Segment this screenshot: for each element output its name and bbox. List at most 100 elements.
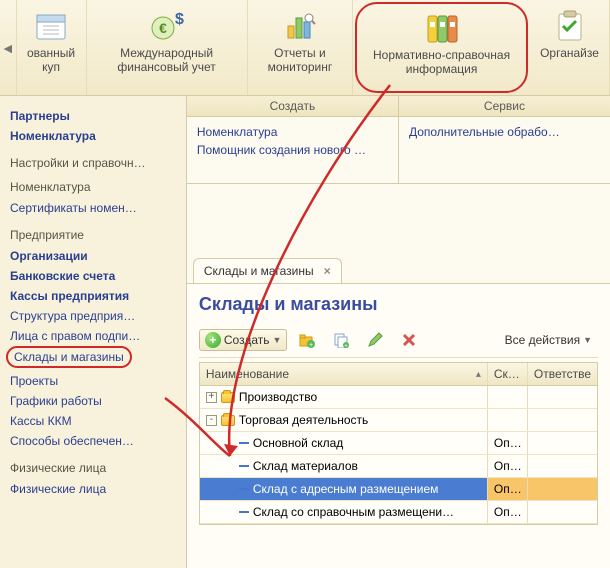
- sidebar-item[interactable]: Кассы предприятия: [10, 286, 180, 306]
- folder-icon: [221, 392, 235, 403]
- cell-resp: [528, 478, 597, 500]
- top-item-label: Международный финансовый учет: [95, 46, 239, 74]
- collapse-icon[interactable]: -: [206, 415, 217, 426]
- chevron-down-icon: ▼: [272, 335, 281, 345]
- plus-icon: +: [205, 332, 221, 348]
- sidebar-item[interactable]: Лица с правом подпи…: [10, 326, 180, 346]
- sidebar-item[interactable]: Структура предприя…: [10, 306, 180, 326]
- item-icon: [239, 442, 249, 444]
- col-label: Наименование: [206, 367, 289, 381]
- cell-name: Склад со справочным размещени…: [200, 501, 488, 523]
- panel-header: Сервис: [399, 96, 610, 117]
- cell-resp: [528, 386, 597, 408]
- cell-sk: Оп…: [488, 478, 528, 500]
- cell-sk: Оп…: [488, 455, 528, 477]
- cell-resp: [528, 455, 597, 477]
- cell-name: Склад материалов: [200, 455, 488, 477]
- cell-resp: [528, 432, 597, 454]
- content-area: Создать Номенклатура Помощник создания н…: [187, 96, 610, 568]
- row-name: Склад со справочным размещени…: [253, 505, 454, 519]
- svg-text:$: $: [175, 11, 184, 28]
- expand-icon[interactable]: +: [206, 392, 217, 403]
- cell-sk: [488, 386, 528, 408]
- top-item-4[interactable]: Органайзе: [530, 0, 610, 95]
- top-item-0[interactable]: ованный куп: [17, 0, 87, 95]
- svg-text:€: €: [159, 20, 167, 36]
- col-resp[interactable]: Ответстве: [528, 363, 597, 385]
- cell-name: Склад с адресным размещением: [200, 478, 488, 500]
- tab-warehouses[interactable]: Склады и магазины ×: [193, 258, 342, 283]
- table-row[interactable]: +Производство: [200, 386, 597, 409]
- create-link[interactable]: Помощник создания нового …: [197, 141, 388, 159]
- top-item-1[interactable]: €$ Международный финансовый учет: [87, 0, 248, 95]
- row-name: Склад материалов: [253, 459, 358, 473]
- item-icon: [239, 511, 249, 513]
- back-arrow[interactable]: ◄: [0, 0, 17, 95]
- create-link[interactable]: Номенклатура: [197, 123, 388, 141]
- all-actions-label: Все действия: [505, 333, 580, 347]
- sidebar-item[interactable]: Партнеры: [10, 106, 180, 126]
- sidebar-item[interactable]: Графики работы: [10, 391, 180, 411]
- sidebar-item[interactable]: Физические лица: [10, 479, 180, 499]
- new-folder-button[interactable]: +: [293, 329, 321, 351]
- item-icon: [239, 465, 249, 467]
- tab-label: Склады и магазины: [204, 264, 314, 278]
- sidebar-item[interactable]: Способы обеспечен…: [10, 431, 180, 451]
- table-row[interactable]: - Торговая деятельность: [200, 409, 597, 432]
- col-name[interactable]: Наименование ▴: [200, 363, 488, 385]
- copy-button[interactable]: +: [327, 329, 355, 351]
- calendar-icon: [34, 6, 68, 46]
- sort-asc-icon: ▴: [476, 369, 481, 380]
- top-item-3[interactable]: Нормативно-справочная информация: [355, 2, 528, 93]
- item-icon: [239, 488, 249, 490]
- sidebar-item[interactable]: Организации: [10, 246, 180, 266]
- cell-resp: [528, 409, 597, 431]
- create-button[interactable]: + Создать ▼: [199, 329, 288, 351]
- top-item-2[interactable]: Отчеты и мониторинг: [248, 0, 353, 95]
- chevron-down-icon: ▼: [583, 335, 592, 345]
- sidebar-group-title: Физические лица: [10, 461, 180, 475]
- delete-button[interactable]: [395, 329, 423, 351]
- cell-sk: Оп…: [488, 432, 528, 454]
- tab-close-icon[interactable]: ×: [324, 264, 331, 278]
- all-actions-button[interactable]: Все действия ▼: [499, 330, 598, 350]
- row-name: Торговая деятельность: [239, 413, 368, 427]
- service-panel: Сервис Дополнительные обрабо…: [399, 96, 610, 183]
- tab-bar: Склады и магазины ×: [187, 254, 610, 284]
- create-label: Создать: [224, 333, 270, 347]
- sidebar-item[interactable]: Сертификаты номен…: [10, 198, 180, 218]
- cell-sk: Оп…: [488, 501, 528, 523]
- toolbar: + Создать ▼ + + Все действия: [199, 325, 598, 358]
- edit-button[interactable]: [361, 329, 389, 351]
- data-grid: Наименование ▴ Ск… Ответстве +Производст…: [199, 362, 598, 525]
- top-toolbar: ◄ ованный куп €$ Международный финансовы…: [0, 0, 610, 96]
- grid-header: Наименование ▴ Ск… Ответстве: [200, 363, 597, 386]
- table-row[interactable]: Склад с адресным размещением Оп…: [200, 478, 597, 501]
- sidebar-item[interactable]: Банковские счета: [10, 266, 180, 286]
- sidebar-group-title: Предприятие: [10, 228, 180, 242]
- table-row[interactable]: Основной склад Оп…: [200, 432, 597, 455]
- cell-name: Основной склад: [200, 432, 488, 454]
- table-row[interactable]: Склад со справочным размещени… Оп…: [200, 501, 597, 524]
- cell-sk: [488, 409, 528, 431]
- cell-name: - Торговая деятельность: [200, 409, 488, 431]
- sidebar-item[interactable]: Кассы ККМ: [10, 411, 180, 431]
- top-item-label: Нормативно-справочная информация: [363, 48, 520, 76]
- sidebar-group-title[interactable]: Настройки и справочн…: [10, 156, 180, 170]
- sidebar-item-warehouses[interactable]: Склады и магазины: [6, 346, 132, 368]
- sidebar-item[interactable]: Номенклатура: [10, 126, 180, 146]
- top-item-label: Отчеты и мониторинг: [256, 46, 344, 74]
- row-name: Склад с адресным размещением: [253, 482, 439, 496]
- panel-header: Создать: [187, 96, 398, 117]
- sidebar-item[interactable]: Проекты: [10, 371, 180, 391]
- row-name: Основной склад: [253, 436, 343, 450]
- currency-icon: €$: [149, 6, 185, 46]
- service-link[interactable]: Дополнительные обрабо…: [409, 123, 600, 141]
- col-sk[interactable]: Ск…: [488, 363, 528, 385]
- svg-text:+: +: [309, 342, 313, 348]
- table-row[interactable]: Склад материалов Оп…: [200, 455, 597, 478]
- clipboard-icon: [553, 6, 587, 46]
- sidebar-group-title: Номенклатура: [10, 180, 180, 194]
- cell-name: +Производство: [200, 386, 488, 408]
- page-title: Склады и магазины: [199, 294, 598, 315]
